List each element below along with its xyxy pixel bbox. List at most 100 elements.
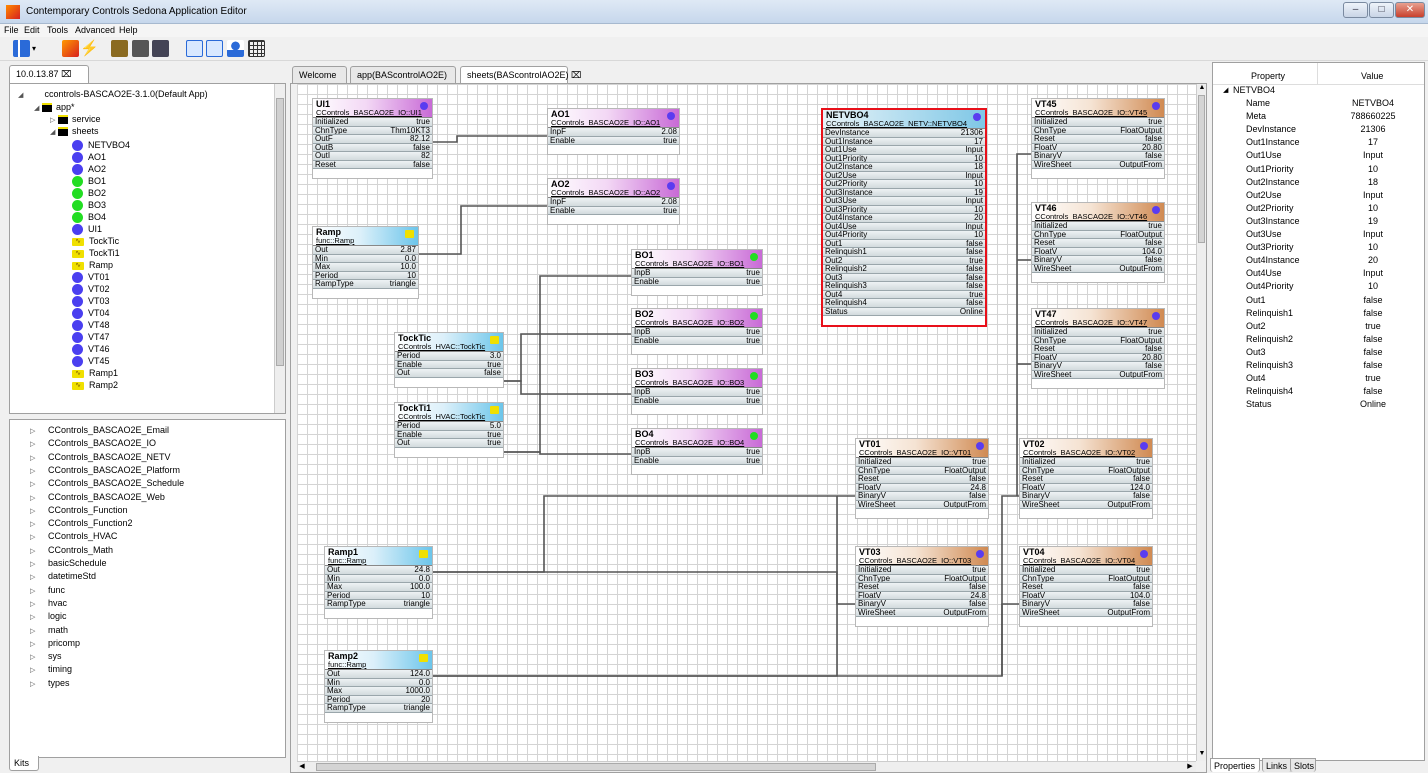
properties-tab-links[interactable]: Links xyxy=(1262,758,1292,772)
slot-initialized[interactable]: Initialized true xyxy=(856,458,988,467)
component-header[interactable]: UI1 CControls_BASCAO2E_IO::UI1 xyxy=(313,99,432,118)
expand-arrow-icon[interactable]: ▷ xyxy=(30,493,38,505)
slot-out1[interactable]: Out1 false xyxy=(823,239,985,248)
property-group-row[interactable]: ◢ NETVBO4 xyxy=(1213,84,1426,97)
slot-floatv[interactable]: FloatV 24.8 xyxy=(856,591,988,600)
property-row-meta[interactable]: Meta 788660225 xyxy=(1213,110,1426,123)
component-header[interactable]: TockTi1 CControls_HVAC::TockTic xyxy=(395,403,503,422)
lightning-icon[interactable]: ⚡ xyxy=(80,40,99,57)
properties-tab-slots[interactable]: Slots xyxy=(1290,758,1316,772)
kit-item[interactable]: ▷ CControls_BASCAO2E_Web xyxy=(30,491,165,503)
component-bo1[interactable]: BO1 CControls_BASCAO2E_IO::BO1 InpB true Ena… xyxy=(631,249,763,296)
component-header[interactable]: VT45 CControls_BASCAO2E_IO::VT45 xyxy=(1032,99,1164,118)
property-row-out3instance[interactable]: Out3Instance 19 xyxy=(1213,215,1426,228)
property-row-out4[interactable]: Out4 true xyxy=(1213,372,1426,385)
slot-relinquish1[interactable]: Relinquish1 false xyxy=(823,248,985,257)
slot-reset[interactable]: Reset false xyxy=(1032,345,1164,354)
kit-item[interactable]: ▷ CControls_BASCAO2E_Email xyxy=(30,424,169,436)
clipboard-icon[interactable] xyxy=(111,40,128,57)
slot-out[interactable]: Out 24.8 xyxy=(325,566,432,575)
component-vt03[interactable]: VT03 CControls_BASCAO2E_IO::VT03 Initializ… xyxy=(855,546,989,627)
tree-item-netvbo4[interactable]: NETVBO4 xyxy=(72,139,130,152)
slot-out4use[interactable]: Out4Use Input xyxy=(823,222,985,231)
slot-chntype[interactable]: ChnType Thm10KT3 xyxy=(313,126,432,135)
expand-arrow-icon[interactable]: ▷ xyxy=(30,546,38,558)
wiresheet-canvas[interactable]: UI1 CControls_BASCAO2E_IO::UI1Initialized… xyxy=(297,84,1196,761)
slot-out2use[interactable]: Out2Use Input xyxy=(823,171,985,180)
slot-chntype[interactable]: ChnType FloatOutput xyxy=(856,574,988,583)
slot-ramptype[interactable]: RampType triangle xyxy=(313,280,418,289)
kit-item[interactable]: ▷ logic xyxy=(30,610,67,622)
component-ramp1[interactable]: Ramp1 func::Ramp Out 24.8 Min 0.0 Max 100.0 Peri… xyxy=(324,546,433,619)
slot-out[interactable]: Out 124.0 xyxy=(325,670,432,679)
component-bo4[interactable]: BO4 CControls_BASCAO2E_IO::BO4 InpB true Ena… xyxy=(631,428,763,475)
slot-out2instance[interactable]: Out2Instance 18 xyxy=(823,163,985,172)
layout-icon[interactable] xyxy=(13,40,30,57)
tree-item-vt47[interactable]: VT47 xyxy=(72,331,110,344)
close-tab-icon[interactable]: ⌧ xyxy=(61,69,71,79)
tree-item-tockti1[interactable]: ∿ TockTi1 xyxy=(72,247,120,259)
property-row-devinstance[interactable]: DevInstance 21306 xyxy=(1213,123,1426,136)
menu-edit[interactable]: Edit xyxy=(24,25,40,35)
scroll-left-icon[interactable]: ◀ xyxy=(297,762,307,772)
component-header[interactable]: VT03 CControls_BASCAO2E_IO::VT03 xyxy=(856,547,988,566)
slot-inpf[interactable]: InpF 2.08 xyxy=(548,128,679,137)
tree-item-tocktic[interactable]: ∿ TockTic xyxy=(72,235,119,247)
canvas-hscroll-thumb[interactable] xyxy=(316,763,876,771)
slot-out3instance[interactable]: Out3Instance 19 xyxy=(823,188,985,197)
collapse-arrow-icon[interactable]: ◢ xyxy=(50,127,58,139)
property-row-relinquish1[interactable]: Relinquish1 false xyxy=(1213,307,1426,320)
properties-tab-properties[interactable]: Properties xyxy=(1210,758,1260,772)
slot-binaryv[interactable]: BinaryV false xyxy=(1032,152,1164,161)
slot-enable[interactable]: Enable true xyxy=(395,430,503,439)
slot-out4[interactable]: Out4 true xyxy=(823,290,985,299)
wire-link[interactable] xyxy=(433,135,547,143)
component-header[interactable]: BO3 CControls_BASCAO2E_IO::BO3 xyxy=(632,369,762,388)
wire-link[interactable] xyxy=(504,275,631,453)
slot-initialized[interactable]: Initialized true xyxy=(1032,222,1164,231)
tree-scrollbar[interactable] xyxy=(274,84,285,413)
slot-max[interactable]: Max 100.0 xyxy=(325,583,432,592)
kit-item[interactable]: ▷ CControls_Math xyxy=(30,544,113,556)
slot-enable[interactable]: Enable true xyxy=(395,360,503,369)
tree-folder-sheets[interactable]: ◢ sheets xyxy=(50,125,99,137)
menu-file[interactable]: File xyxy=(4,25,19,35)
slot-binaryv[interactable]: BinaryV false xyxy=(1032,362,1164,371)
device-tab[interactable]: 10.0.13.87 ⌧ xyxy=(9,65,89,83)
wire-link[interactable] xyxy=(504,333,631,382)
kit-item[interactable]: ▷ CControls_Function2 xyxy=(30,517,133,529)
slot-out2[interactable]: Out2 true xyxy=(823,256,985,265)
component-ao2[interactable]: AO2 CControls_BASCAO2E_IO::AO2 InpF 2.08 Ena… xyxy=(547,178,680,225)
tree-item-ao1[interactable]: AO1 xyxy=(72,151,106,164)
minimize-button[interactable]: – xyxy=(1343,2,1368,18)
kit-item[interactable]: ▷ types xyxy=(30,677,70,689)
component-header[interactable]: NETVBO4 CControls_BASCAO2E_NETV::NETVBO4 xyxy=(823,110,985,129)
expand-arrow-icon[interactable]: ▷ xyxy=(30,453,38,465)
slot-period[interactable]: Period 10 xyxy=(325,591,432,600)
kit-item[interactable]: ▷ CControls_BASCAO2E_Platform xyxy=(30,464,180,476)
property-row-relinquish3[interactable]: Relinquish3 false xyxy=(1213,359,1426,372)
component-header[interactable]: AO1 CControls_BASCAO2E_IO::AO1 xyxy=(548,109,679,128)
tree-item-bo1[interactable]: BO1 xyxy=(72,175,106,188)
property-row-out4priority[interactable]: Out4Priority 10 xyxy=(1213,280,1426,293)
component-tocktic[interactable]: TockTic CControls_HVAC::TockTic Period 3.0 E… xyxy=(394,332,504,388)
wire-link[interactable] xyxy=(433,495,855,573)
component-bo2[interactable]: BO2 CControls_BASCAO2E_IO::BO2 InpB true Ena… xyxy=(631,308,763,355)
slot-enable[interactable]: Enable true xyxy=(632,277,762,286)
component-tockti1[interactable]: TockTi1 CControls_HVAC::TockTic Period 5.0 E… xyxy=(394,402,504,458)
grid-icon[interactable] xyxy=(248,40,265,57)
kit-item[interactable]: ▷ pricomp xyxy=(30,637,80,649)
component-header[interactable]: BO1 CControls_BASCAO2E_IO::BO1 xyxy=(632,250,762,269)
scroll-down-icon[interactable]: ▼ xyxy=(1197,750,1207,760)
layout-dropdown-icon[interactable]: ▾ xyxy=(32,40,40,57)
slot-initialized[interactable]: Initialized true xyxy=(1032,328,1164,337)
component-ao1[interactable]: AO1 CControls_BASCAO2E_IO::AO1 InpF 2.08 Ena… xyxy=(547,108,680,155)
component-header[interactable]: BO4 CControls_BASCAO2E_IO::BO4 xyxy=(632,429,762,448)
slot-period[interactable]: Period 3.0 xyxy=(395,352,503,361)
wire-link[interactable] xyxy=(1001,495,1019,676)
tree-item-vt45[interactable]: VT45 xyxy=(72,355,110,368)
property-row-out4use[interactable]: Out4Use Input xyxy=(1213,267,1426,280)
component-header[interactable]: VT47 CControls_BASCAO2E_IO::VT47 xyxy=(1032,309,1164,328)
tree-item-vt04[interactable]: VT04 xyxy=(72,307,110,320)
slot-out4priority[interactable]: Out4Priority 10 xyxy=(823,231,985,240)
